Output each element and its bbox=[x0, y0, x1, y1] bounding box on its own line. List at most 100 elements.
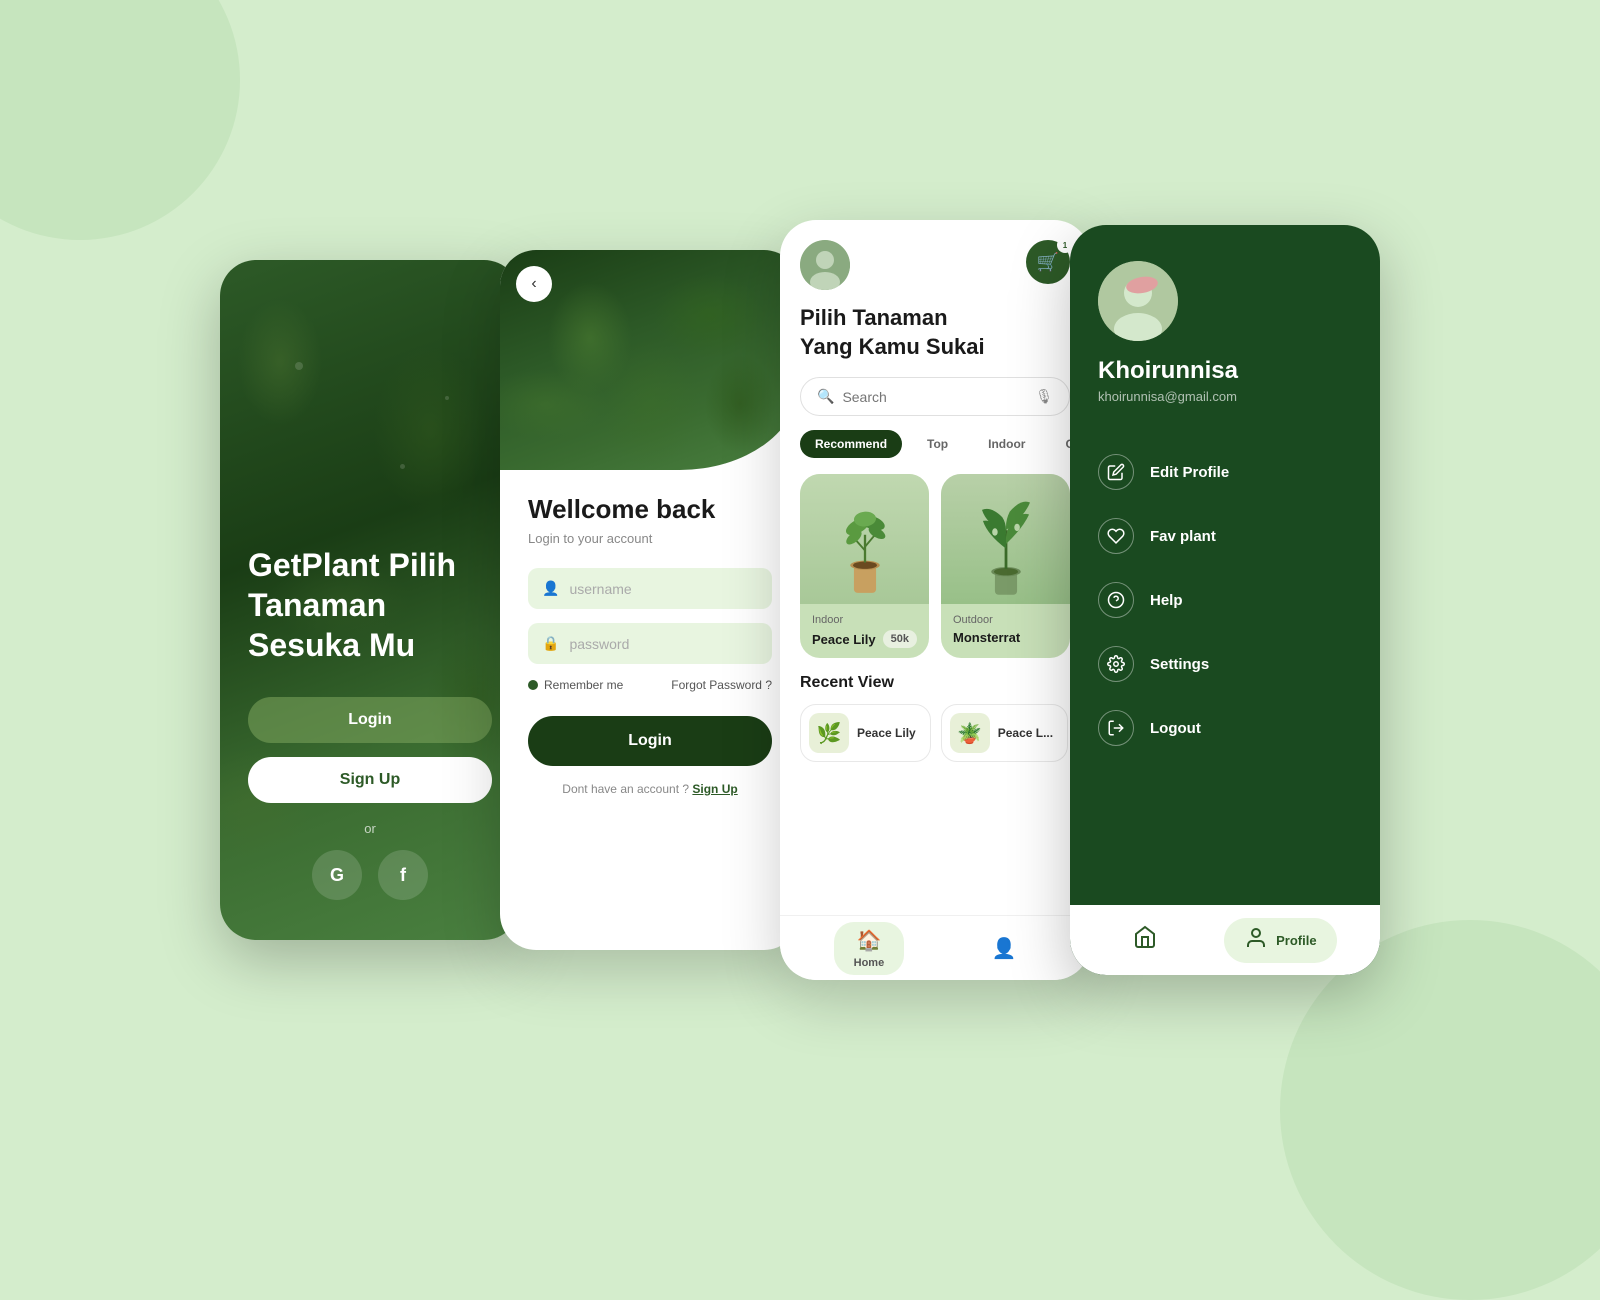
plant-card-info-indoor: Indoor Peace Lily 50k bbox=[800, 604, 929, 658]
menu-help[interactable]: Help bbox=[1098, 568, 1352, 632]
profile-bottom-nav: Profile bbox=[1070, 905, 1380, 975]
profile-email: khoirunnisa@gmail.com bbox=[1098, 389, 1352, 404]
heart-icon-svg bbox=[1107, 527, 1125, 545]
plant-image-indoor bbox=[800, 474, 929, 604]
plant-category-outdoor: Outdoor bbox=[953, 614, 1058, 626]
plant-card-outdoor[interactable]: Outdoor Monsterrat bbox=[941, 474, 1070, 658]
cart-button[interactable]: 🛒 1 bbox=[1026, 240, 1070, 284]
filter-recommend[interactable]: Recommend bbox=[800, 430, 902, 458]
home-content: 🛒 1 Pilih Tanaman Yang Kamu Sukai 🔍 🎙 Re… bbox=[780, 220, 1090, 915]
recent-view-title: Recent View bbox=[800, 674, 1070, 692]
droplet bbox=[400, 464, 405, 469]
avatar-image bbox=[800, 240, 850, 290]
screen-profile: Khoirunnisa khoirunnisa@gmail.com Edit P… bbox=[1070, 225, 1380, 975]
profile-content: Khoirunnisa khoirunnisa@gmail.com Edit P… bbox=[1070, 225, 1380, 905]
monstera-illustration bbox=[966, 484, 1046, 604]
signup-prompt-text: Dont have an account ? bbox=[562, 782, 689, 796]
login-button[interactable]: Login bbox=[528, 716, 772, 766]
home-title-line2: Yang Kamu Sukai bbox=[800, 334, 985, 359]
profile-avatar bbox=[1098, 261, 1178, 341]
logout-icon bbox=[1098, 710, 1134, 746]
google-login-button[interactable]: G bbox=[312, 850, 362, 900]
menu-edit-profile[interactable]: Edit Profile bbox=[1098, 440, 1352, 504]
profile-avatar-svg bbox=[1098, 261, 1178, 341]
plant-image-outdoor bbox=[941, 474, 1070, 604]
recent-item-1[interactable]: 🌿 Peace Lily bbox=[800, 704, 931, 762]
back-button[interactable]: ‹ bbox=[516, 266, 552, 302]
plant-name-row-indoor: Peace Lily 50k bbox=[812, 630, 917, 648]
recent-list: 🌿 Peace Lily 🪴 Peace L... bbox=[800, 704, 1070, 762]
menu-fav-plant[interactable]: Fav plant bbox=[1098, 504, 1352, 568]
home-icon: 🏠 bbox=[856, 928, 881, 953]
nav-home-label: Home bbox=[854, 957, 885, 969]
plant-card-indoor[interactable]: Indoor Peace Lily 50k bbox=[800, 474, 929, 658]
help-icon bbox=[1098, 582, 1134, 618]
profile-nav-icon-user bbox=[1244, 926, 1268, 955]
profile-nav-profile[interactable]: Profile bbox=[1224, 918, 1336, 963]
mic-icon[interactable]: 🎙 bbox=[1035, 388, 1053, 405]
home-nav-icon bbox=[1133, 925, 1157, 955]
edit-profile-label: Edit Profile bbox=[1150, 464, 1229, 481]
search-icon: 🔍 bbox=[817, 388, 834, 405]
screen-home: 🛒 1 Pilih Tanaman Yang Kamu Sukai 🔍 🎙 Re… bbox=[780, 220, 1090, 980]
plant-card-info-outdoor: Outdoor Monsterrat bbox=[941, 604, 1070, 655]
username-field: 👤 bbox=[528, 568, 772, 609]
home-bottom-nav: 🏠 Home 👤 bbox=[780, 915, 1090, 980]
login-subtitle: Login to your account bbox=[528, 531, 772, 546]
splash-content: GetPlant Pilih Tanaman Sesuka Mu Login S… bbox=[220, 545, 520, 940]
peace-lily-illustration bbox=[825, 484, 905, 604]
filter-tabs: Recommend Top Indoor Outdoor bbox=[800, 430, 1070, 458]
settings-icon bbox=[1098, 646, 1134, 682]
user-icon: 👤 bbox=[542, 580, 559, 597]
home-title: Pilih Tanaman Yang Kamu Sukai bbox=[800, 304, 1070, 361]
recent-item-name-2: Peace L... bbox=[998, 726, 1053, 740]
logout-label: Logout bbox=[1150, 720, 1201, 737]
profile-nav-label: Profile bbox=[1276, 933, 1316, 948]
recent-item-name-1: Peace Lily bbox=[857, 726, 916, 740]
fav-plant-icon bbox=[1098, 518, 1134, 554]
filter-indoor[interactable]: Indoor bbox=[973, 430, 1040, 458]
social-buttons: G f bbox=[248, 850, 492, 900]
plant-name-indoor: Peace Lily bbox=[812, 632, 876, 647]
signup-link[interactable]: Sign Up bbox=[692, 782, 737, 796]
login-form-area: Wellcome back Login to your account 👤 🔒 … bbox=[500, 470, 800, 824]
profile-nav-icon: 👤 bbox=[991, 936, 1016, 961]
plant-name-outdoor: Monsterrat bbox=[953, 630, 1020, 645]
forgot-password-link[interactable]: Forgot Password ? bbox=[671, 678, 772, 692]
login-options: Remember me Forgot Password ? bbox=[528, 678, 772, 692]
remember-checkbox[interactable] bbox=[528, 680, 538, 690]
search-input[interactable] bbox=[842, 389, 1027, 405]
splash-or-text: or bbox=[248, 821, 492, 836]
splash-signup-button[interactable]: Sign Up bbox=[248, 757, 492, 803]
search-bar: 🔍 🎙 bbox=[800, 377, 1070, 416]
profile-nav-home[interactable] bbox=[1113, 917, 1177, 963]
home-icon-svg bbox=[1133, 925, 1157, 949]
remember-me-label: Remember me bbox=[544, 678, 623, 692]
logout-icon-svg bbox=[1107, 719, 1125, 737]
signup-prompt: Dont have an account ? Sign Up bbox=[528, 782, 772, 796]
edit-profile-icon bbox=[1098, 454, 1134, 490]
facebook-login-button[interactable]: f bbox=[378, 850, 428, 900]
menu-logout[interactable]: Logout bbox=[1098, 696, 1352, 760]
fav-plant-label: Fav plant bbox=[1150, 528, 1216, 545]
nav-profile[interactable]: 👤 bbox=[971, 930, 1036, 967]
login-title: Wellcome back bbox=[528, 494, 772, 525]
plants-grid: Indoor Peace Lily 50k bbox=[800, 474, 1070, 658]
screen-login: ‹ Wellcome back Login to your account 👤 … bbox=[500, 250, 800, 950]
help-label: Help bbox=[1150, 592, 1183, 609]
password-input[interactable] bbox=[569, 636, 758, 652]
home-title-line1: Pilih Tanaman bbox=[800, 305, 948, 330]
login-top-image: ‹ bbox=[500, 250, 800, 470]
username-input[interactable] bbox=[569, 581, 758, 597]
screen-splash: GetPlant Pilih Tanaman Sesuka Mu Login S… bbox=[220, 260, 520, 940]
splash-login-button[interactable]: Login bbox=[248, 697, 492, 743]
nav-home[interactable]: 🏠 Home bbox=[834, 922, 905, 975]
menu-settings[interactable]: Settings bbox=[1098, 632, 1352, 696]
recent-item-2[interactable]: 🪴 Peace L... bbox=[941, 704, 1068, 762]
lock-icon: 🔒 bbox=[542, 635, 559, 652]
profile-icon-svg bbox=[1244, 926, 1268, 950]
avatar bbox=[800, 240, 850, 290]
recent-item-image-1: 🌿 bbox=[809, 713, 849, 753]
filter-top[interactable]: Top bbox=[912, 430, 963, 458]
plant-category-indoor: Indoor bbox=[812, 614, 917, 626]
